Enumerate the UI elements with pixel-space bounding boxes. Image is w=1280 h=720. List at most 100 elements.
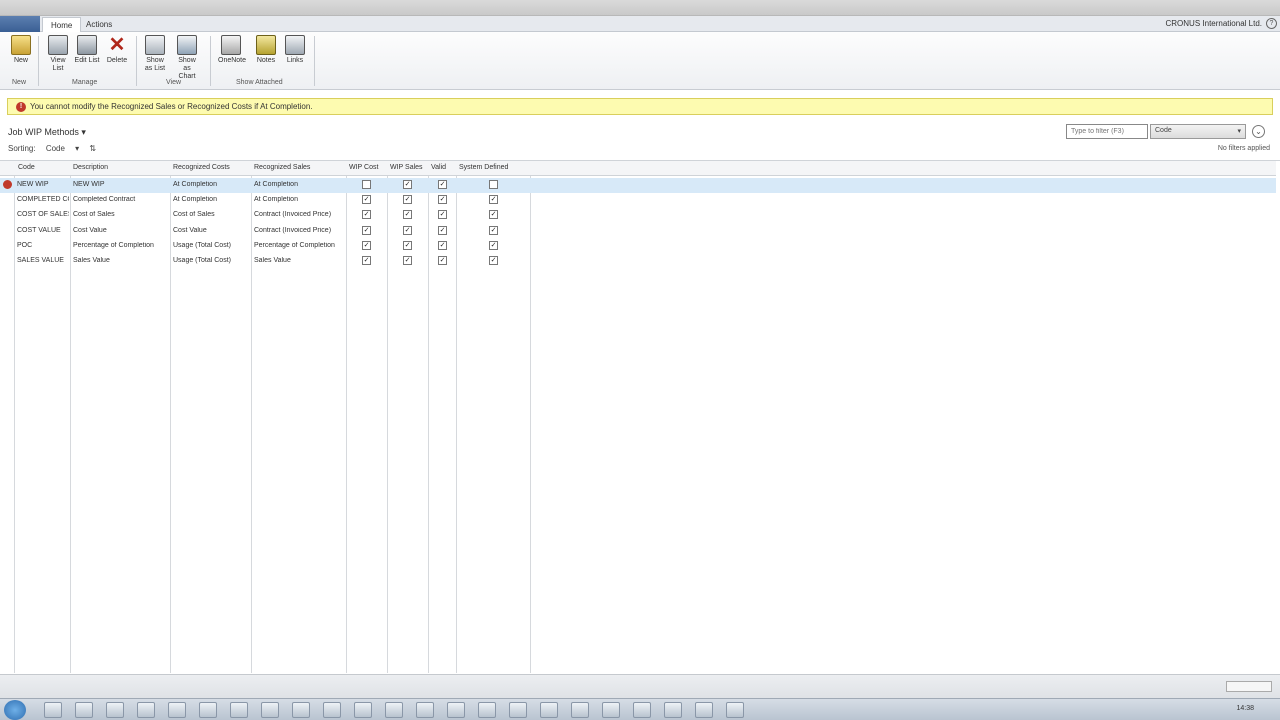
checkbox-valid[interactable]: ✓ (438, 210, 447, 220)
cell-rec-sales[interactable]: At Completion (254, 196, 344, 203)
checkbox-wip-cost[interactable]: ✓ (362, 256, 371, 265)
table-row[interactable]: POC Percentage of Completion Usage (Total … (0, 239, 1276, 254)
column-header-code[interactable]: Code (18, 164, 35, 171)
table-row[interactable]: COST VALUE Cost Value Cost Value Contract (… (0, 224, 1276, 239)
taskbar-app-icon[interactable] (106, 702, 124, 718)
taskbar-app-icon[interactable] (75, 702, 93, 718)
checkbox-system-defined[interactable]: ✓ (489, 256, 498, 265)
column-header-wip-cost[interactable]: WIP Cost (349, 164, 378, 171)
cell-description[interactable]: Percentage of Completion (73, 242, 168, 249)
taskbar-app-icon[interactable] (385, 702, 403, 718)
taskbar-app-icon[interactable] (633, 702, 651, 718)
cell-rec-costs[interactable]: Usage (Total Cost) (173, 242, 249, 249)
taskbar-app-icon[interactable] (571, 702, 589, 718)
column-header-description[interactable]: Description (73, 164, 108, 171)
taskbar-app-icon[interactable] (137, 702, 155, 718)
sort-field-select[interactable]: Code ▾ (46, 144, 79, 153)
taskbar-app-icon[interactable] (261, 702, 279, 718)
cell-description[interactable]: NEW WIP (73, 181, 168, 188)
taskbar-app-icon[interactable] (447, 702, 465, 718)
taskbar-app-icon[interactable] (199, 702, 217, 718)
checkbox-valid[interactable]: ✓ (438, 180, 447, 189)
checkbox-system-defined[interactable]: ✓ (489, 225, 498, 235)
taskbar-app-icon[interactable] (323, 702, 341, 718)
column-header-recognized-sales[interactable]: Recognized Sales (254, 164, 310, 171)
taskbar-app-icon[interactable] (44, 702, 62, 718)
cell-code[interactable]: COST VALUE (17, 227, 69, 234)
checkbox-wip-cost[interactable]: ✓ (362, 195, 371, 205)
cell-rec-sales[interactable]: Percentage of Completion (254, 242, 344, 249)
taskbar-app-icon[interactable] (478, 702, 496, 718)
checkbox-wip-sales[interactable]: ✓ (403, 256, 412, 265)
checkbox-wip-cost[interactable]: ✓ (362, 240, 371, 250)
checkbox-system-defined[interactable]: ✓ (489, 210, 498, 220)
cell-description[interactable]: Sales Value (73, 257, 168, 264)
checkbox-valid[interactable]: ✓ (438, 195, 447, 205)
page-title[interactable]: Job WIP Methods ▾ (8, 127, 86, 138)
cell-rec-costs[interactable]: Usage (Total Cost) (173, 257, 249, 264)
checkbox-wip-sales[interactable]: ✓ (403, 180, 412, 189)
tab-home[interactable]: Home (42, 17, 82, 32)
taskbar-app-icon[interactable] (230, 702, 248, 718)
column-header-wip-sales[interactable]: WIP Sales (390, 164, 423, 171)
chevron-down-icon[interactable]: ▾ (81, 127, 86, 137)
show-as-list-button[interactable]: Show as List (142, 35, 168, 75)
view-list-button[interactable]: View List (45, 35, 71, 75)
onenote-button[interactable]: OneNote (218, 35, 246, 75)
cell-rec-costs[interactable]: Cost Value (173, 227, 249, 234)
zoom-control[interactable] (1226, 681, 1272, 692)
checkbox-wip-sales[interactable]: ✓ (403, 240, 412, 250)
table-row[interactable]: COST OF SALES Cost of Sales Cost of Sales C… (0, 208, 1276, 223)
cell-rec-sales[interactable]: At Completion (254, 181, 344, 188)
cell-rec-costs[interactable]: Cost of Sales (173, 211, 249, 218)
filter-field-select[interactable]: Code ▾ (1150, 124, 1246, 139)
cell-rec-sales[interactable]: Contract (Invoiced Price) (254, 227, 344, 234)
notes-button[interactable]: Notes (253, 35, 279, 75)
table-row[interactable]: SALES VALUE Sales Value Usage (Total Cost)… (0, 254, 1276, 269)
taskbar-app-icon[interactable] (726, 702, 744, 718)
column-header-valid[interactable]: Valid (431, 164, 446, 171)
cell-description[interactable]: Cost of Sales (73, 211, 168, 218)
cell-description[interactable]: Completed Contract (73, 196, 168, 203)
links-button[interactable]: Links (282, 35, 308, 75)
filter-input[interactable] (1066, 124, 1148, 139)
cell-rec-sales[interactable]: Contract (Invoiced Price) (254, 211, 344, 218)
sort-direction-icon[interactable]: ⇅ (89, 144, 96, 153)
taskbar-app-icon[interactable] (602, 702, 620, 718)
checkbox-wip-sales[interactable]: ✓ (403, 225, 412, 235)
cell-code[interactable]: COMPLETED CONTRACT (17, 196, 69, 203)
taskbar-app-icon[interactable] (695, 702, 713, 718)
company-name[interactable]: CRONUS International Ltd. (1166, 19, 1263, 28)
table-row[interactable]: NEW WIP NEW WIP At Completion At Completion… (0, 178, 1276, 193)
delete-button[interactable]: ✕ Delete (104, 35, 130, 75)
cell-rec-costs[interactable]: At Completion (173, 181, 249, 188)
expand-filter-icon[interactable]: ⌄ (1252, 125, 1265, 138)
application-menu-button[interactable] (0, 16, 40, 32)
show-as-chart-button[interactable]: Show as Chart (174, 35, 200, 80)
checkbox-wip-cost[interactable]: ✓ (362, 210, 371, 220)
checkbox-system-defined[interactable]: ✓ (489, 195, 498, 205)
column-header-recognized-costs[interactable]: Recognized Costs (173, 164, 230, 171)
tab-actions[interactable]: Actions (78, 17, 120, 32)
cell-code[interactable]: POC (17, 242, 69, 249)
taskbar-app-icon[interactable] (416, 702, 434, 718)
table-row[interactable]: COMPLETED CONTRACT Completed Contract At C… (0, 193, 1276, 208)
new-button[interactable]: New (8, 35, 34, 75)
cell-description[interactable]: Cost Value (73, 227, 168, 234)
checkbox-valid[interactable]: ✓ (438, 225, 447, 235)
checkbox-wip-cost[interactable] (362, 180, 371, 189)
checkbox-valid[interactable]: ✓ (438, 256, 447, 265)
cell-code[interactable]: NEW WIP (17, 181, 69, 188)
edit-list-button[interactable]: Edit List (74, 35, 100, 75)
checkbox-system-defined[interactable]: ✓ (489, 240, 498, 250)
cell-code[interactable]: SALES VALUE (17, 257, 69, 264)
cell-code[interactable]: COST OF SALES (17, 211, 69, 218)
checkbox-system-defined[interactable] (489, 180, 498, 189)
taskbar-app-icon[interactable] (354, 702, 372, 718)
taskbar-app-icon[interactable] (540, 702, 558, 718)
checkbox-valid[interactable]: ✓ (438, 240, 447, 250)
taskbar-app-icon[interactable] (168, 702, 186, 718)
start-button-icon[interactable] (4, 700, 26, 720)
checkbox-wip-sales[interactable]: ✓ (403, 210, 412, 220)
checkbox-wip-cost[interactable]: ✓ (362, 225, 371, 235)
